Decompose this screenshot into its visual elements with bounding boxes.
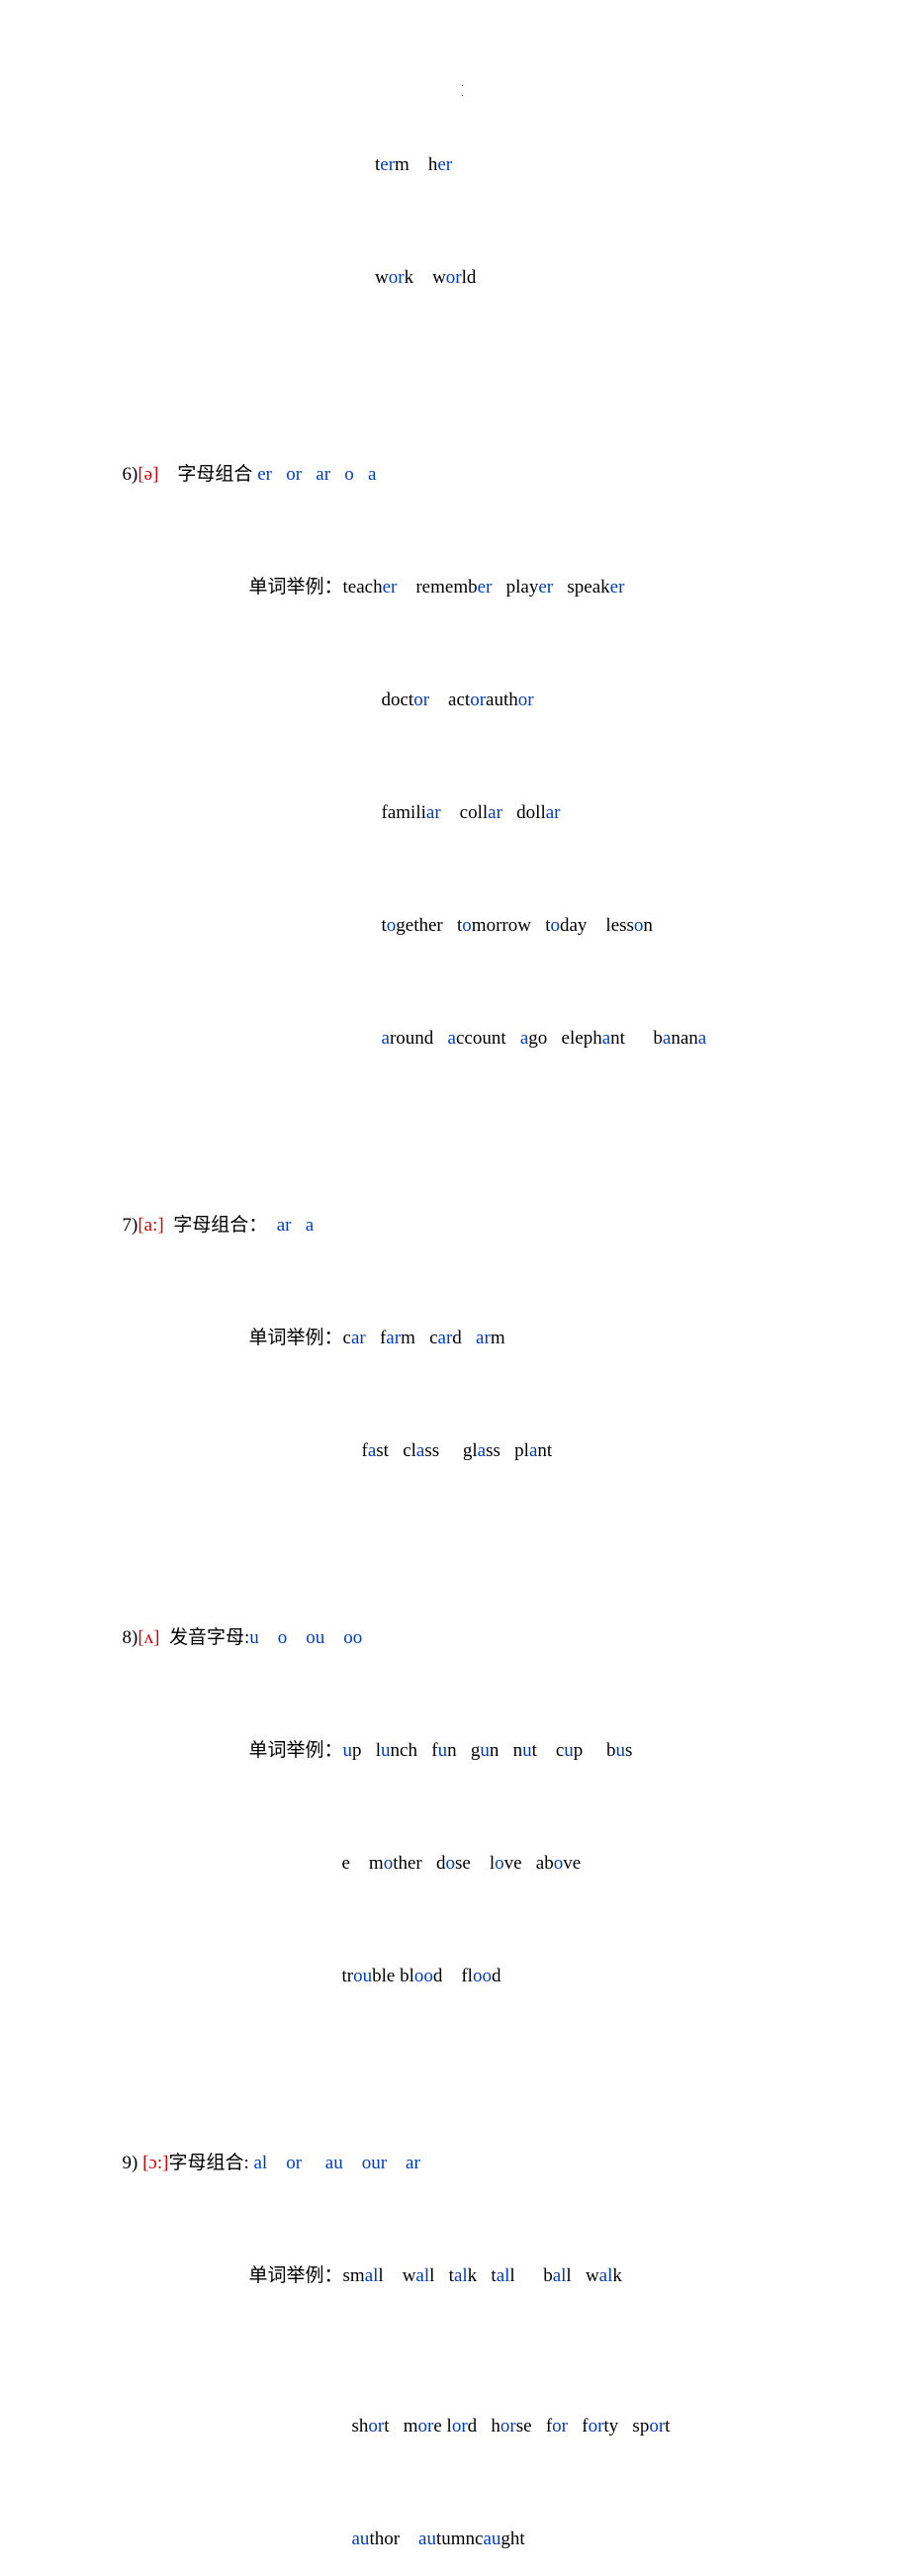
s9-ex-3: author autumncaught bbox=[323, 2483, 831, 2576]
section-6: 6)[ə] 字母组合 er or ar o a 单词举例：teacher rem… bbox=[94, 418, 831, 1095]
s6-ex-4: together tomorrow today lesson bbox=[353, 870, 831, 982]
section-7: 7)[a:] 字母组合： ar a 单词举例：car farm card arm… bbox=[94, 1169, 831, 1508]
footer-text: .word.. bbox=[768, 2573, 806, 2576]
footer-left: . bbox=[104, 2573, 108, 2576]
s8-ex-2: e mother dose love above bbox=[314, 1807, 831, 1920]
top-line-1: term her bbox=[356, 109, 831, 222]
s8-ex-1: 单词举例：up lunch fun gun nut cup bus bbox=[221, 1695, 831, 1807]
document-page: .. term her work world 6)[ə] 字母组合 er or … bbox=[0, 0, 910, 2576]
header-dot: .. bbox=[94, 79, 831, 99]
s6-ex-3: familiar collar dollar bbox=[353, 757, 831, 870]
section-8: 8)[ʌ] 发音字母:u o ou oo 单词举例：up lunch fun g… bbox=[94, 1582, 831, 2033]
s6-ex-5: around account ago elephant banana bbox=[353, 982, 831, 1095]
s7-ex-2: fast class glass plant bbox=[333, 1395, 831, 1508]
s6-ex-1: 单词举例：teacher remember player speaker bbox=[221, 531, 831, 644]
top-line-2: work world bbox=[356, 222, 831, 334]
section-9: 9) [ɔ:]字母组合: al or au our ar 单词举例：small … bbox=[94, 2107, 831, 2576]
s8-ex-3: trouble blood flood bbox=[314, 1920, 831, 2033]
s8-header: 8)[ʌ] 发音字母:u o ou oo bbox=[94, 1582, 831, 1695]
s9-header: 9) [ɔ:]字母组合: al or au our ar bbox=[94, 2107, 831, 2220]
s9-ex-2: short more lord horse for forty sport bbox=[323, 2370, 831, 2483]
s6-header: 6)[ə] 字母组合 er or ar o a bbox=[94, 418, 831, 531]
s7-header: 7)[a:] 字母组合： ar a bbox=[94, 1169, 831, 1282]
s7-ex-1: 单词举例：car farm card arm bbox=[221, 1282, 831, 1395]
s9-ex-1: 单词举例：small wall talk tall ball walk bbox=[221, 2220, 831, 2333]
s6-ex-2: doctor actorauthor bbox=[353, 644, 831, 757]
